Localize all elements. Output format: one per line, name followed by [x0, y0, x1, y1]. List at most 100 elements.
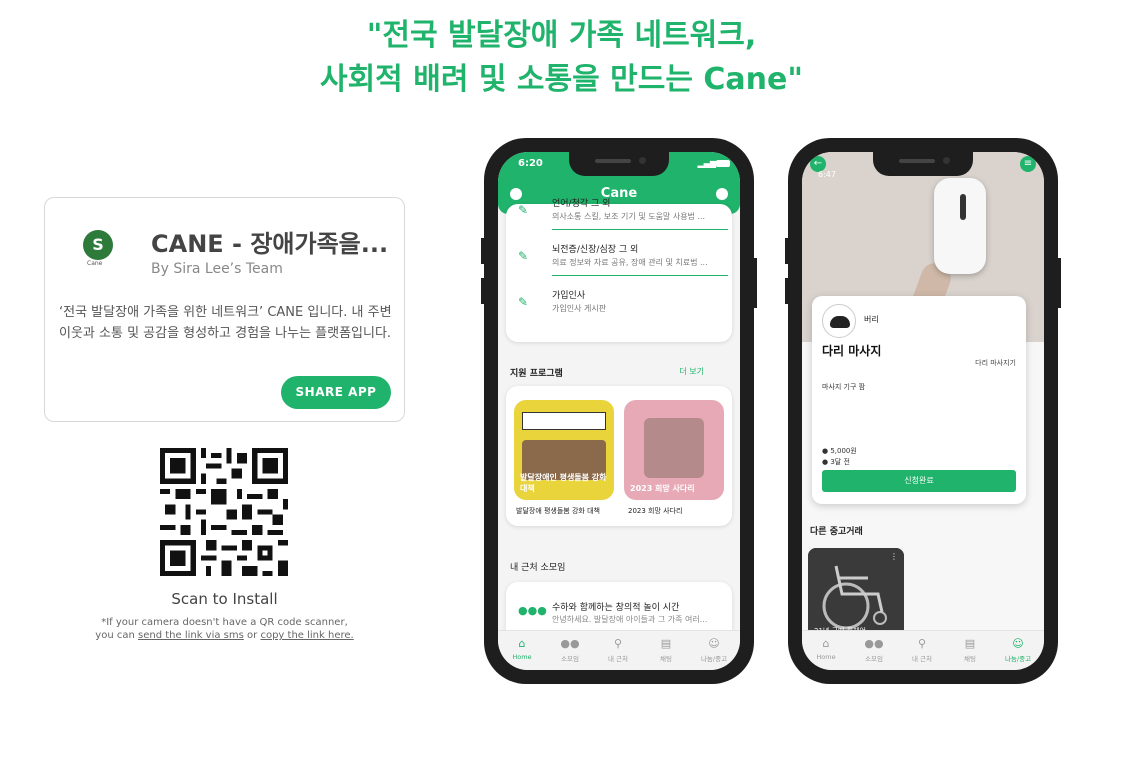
- tab-label: Home: [816, 653, 836, 661]
- pencil-icon: ✎: [518, 203, 529, 217]
- item-title: 다리 마사지: [822, 344, 882, 358]
- time-ago-value: 3달 전: [830, 458, 850, 466]
- tab-nearby[interactable]: ⚲ 내 근처: [898, 637, 946, 663]
- location-icon: ⚲: [613, 637, 623, 650]
- used-item-card[interactable]: ⋮ 21년 구매 휠체어: [808, 548, 904, 640]
- category-item[interactable]: ✎ 뇌전증/신장/심장 그 외 의료 정보와 자료 공유, 장애 관리 및 치료…: [506, 240, 732, 276]
- notch: [569, 152, 669, 176]
- program-image: [644, 418, 704, 478]
- app-logo-text: Cane: [87, 260, 103, 267]
- nearby-group-title: 수하와 함께하는 창의적 놀이 시간: [552, 603, 680, 613]
- location-icon: ⚲: [917, 637, 927, 650]
- more-options-icon[interactable]: ⋮: [890, 552, 898, 561]
- phone-detail: ← ≡ 6:47 버리 다리 마사지 다리 마사지기 마사지 기구 팜 ● 5,…: [785, 138, 1061, 684]
- phone-screen: 6:20 ▂▄▆ Cane ✎ 언어/청각 그 외 의사소통 스킬, 보조 기기…: [498, 152, 740, 670]
- tab-label: Home: [512, 653, 532, 661]
- tab-chat[interactable]: ▤ 채팅: [642, 637, 690, 663]
- copy-link[interactable]: copy the link here.: [260, 630, 353, 641]
- massager-image: [934, 178, 986, 274]
- volume-button: [785, 278, 788, 304]
- program-caption: 발달장애인 평생돌봄 강화 대책: [520, 473, 607, 493]
- signal-icon: ▂▄▆: [697, 159, 716, 168]
- app-logo: S: [83, 230, 113, 260]
- support-programs-title: 지원 프로그램: [510, 369, 563, 379]
- avatar[interactable]: [822, 304, 856, 338]
- people-icon: ●●: [560, 637, 580, 650]
- send-sms-link[interactable]: send the link via sms: [138, 630, 244, 641]
- scan-note-you-can: you can: [95, 630, 135, 641]
- tab-label: 나눔/중고: [1004, 655, 1032, 663]
- tab-label: 소모임: [865, 655, 883, 663]
- person-icon: ☺: [1012, 637, 1024, 650]
- status-time: 6:47: [818, 170, 836, 179]
- price-value: 5,000원: [830, 447, 857, 455]
- program-card[interactable]: 2023 희망 사다리: [624, 400, 724, 500]
- category-title: 언어/청각 그 외: [552, 199, 611, 209]
- program-list: 발달장애인 평생돌봄 강화 대책 발달장애 평생돌봄 강화 대책 2023 희망…: [506, 386, 732, 526]
- headline-line1: "전국 발달장애 가족 네트워크,: [366, 18, 757, 53]
- headline-line2: 사회적 배려 및 소통을 만드는 Cane": [319, 62, 804, 97]
- item-detail-card: 버리 다리 마사지 다리 마사지기 마사지 기구 팜 ● 5,000원 ● 3달…: [812, 296, 1026, 504]
- tab-home[interactable]: ⌂ Home: [802, 637, 850, 661]
- category-subtitle: 의사소통 스킬, 보조 기기 및 도움말 사용법 ...: [552, 212, 706, 221]
- home-icon: ⌂: [822, 637, 830, 650]
- program-image-banner: [522, 412, 606, 430]
- tab-home[interactable]: ⌂ Home: [498, 637, 546, 661]
- share-app-button[interactable]: SHARE APP: [281, 376, 391, 409]
- tab-label: 채팅: [964, 655, 976, 663]
- apply-button[interactable]: 신청완료: [822, 470, 1016, 492]
- tab-chat[interactable]: ▤ 채팅: [946, 637, 994, 663]
- menu-icon[interactable]: ≡: [1020, 156, 1036, 172]
- chat-icon: ▤: [660, 637, 672, 650]
- see-more-link[interactable]: 더 보기: [679, 366, 704, 377]
- people-icon: ●●●: [518, 604, 547, 617]
- category-item[interactable]: ✎ 언어/청각 그 외 의사소통 스킬, 보조 기기 및 도움말 사용법 ...: [506, 194, 732, 230]
- tab-share[interactable]: ☺ 나눔/중고: [994, 637, 1042, 663]
- power-button: [1058, 258, 1061, 308]
- program-card[interactable]: 발달장애인 평생돌봄 강화 대책: [514, 400, 614, 500]
- scan-note: *If your camera doesn't have a QR code s…: [44, 616, 405, 642]
- category-item[interactable]: ✎ 가입인사 가입인사 게시판: [506, 286, 732, 322]
- divider: [552, 275, 728, 276]
- nearby-groups-title: 내 근처 소모임: [510, 563, 566, 573]
- program-caption: 2023 희망 사다리: [630, 484, 695, 493]
- tab-bar: ⌂ Home ●● 소모임 ⚲ 내 근처 ▤ 채팅 ☺ 나눔/중고: [802, 630, 1044, 670]
- app-author: By Sira Lee’s Team: [151, 261, 283, 277]
- category-list: ✎ 언어/청각 그 외 의사소통 스킬, 보조 기기 및 도움말 사용법 ...…: [506, 199, 732, 342]
- program-label: 2023 희망 사다리: [628, 507, 683, 515]
- tab-label: 내 근처: [911, 655, 932, 663]
- volume-button: [785, 238, 788, 264]
- person-icon: ☺: [708, 637, 720, 650]
- app-description: ‘전국 발달장애 가족을 위한 네트워크’ CANE 입니다. 내 주변 이웃과…: [59, 305, 392, 341]
- scan-note-prefix: *If your camera doesn't have a QR code s…: [101, 617, 348, 628]
- tab-bar: ⌂ Home ●● 소모임 ⚲ 내 근처 ▤ 채팅 ☺ 나눔/중고: [498, 630, 740, 670]
- home-icon: ⌂: [518, 637, 526, 650]
- tab-groups[interactable]: ●● 소모임: [850, 637, 898, 663]
- chat-icon: ▤: [964, 637, 976, 650]
- battery-icon: [716, 160, 730, 167]
- item-category: 다리 마사지기: [975, 359, 1016, 367]
- other-used-title: 다른 중고거래: [810, 527, 863, 537]
- scan-to-install-label: Scan to Install: [171, 590, 278, 608]
- item-description: 마사지 기구 팜: [822, 383, 866, 391]
- app-card: S Cane CANE - 장애가족을... By Sira Lee’s Tea…: [44, 197, 405, 422]
- item-time: ● 3달 전: [822, 458, 850, 466]
- item-price: ● 5,000원: [822, 447, 857, 455]
- status-time: 6:20: [518, 158, 543, 169]
- tab-label: 내 근처: [607, 655, 628, 663]
- tab-label: 채팅: [660, 655, 672, 663]
- tab-groups[interactable]: ●● 소모임: [546, 637, 594, 663]
- category-title: 뇌전증/신장/심장 그 외: [552, 245, 639, 255]
- tab-nearby[interactable]: ⚲ 내 근처: [594, 637, 642, 663]
- pencil-icon: ✎: [518, 249, 529, 263]
- pencil-icon: ✎: [518, 295, 529, 309]
- qr-code: [160, 448, 288, 576]
- category-subtitle: 의료 정보와 자료 공유, 장애 관리 및 치료법 ...: [552, 258, 708, 267]
- tab-share[interactable]: ☺ 나눔/중고: [690, 637, 738, 663]
- tab-label: 나눔/중고: [700, 655, 728, 663]
- scan-note-or: or: [247, 630, 258, 641]
- power-button: [754, 258, 757, 308]
- seller-name: 버리: [864, 315, 879, 324]
- nearby-group-subtitle: 안녕하세요. 발달장애 아이들과 그 가족 여러...: [552, 615, 708, 624]
- app-title: CANE - 장애가족을...: [151, 230, 389, 258]
